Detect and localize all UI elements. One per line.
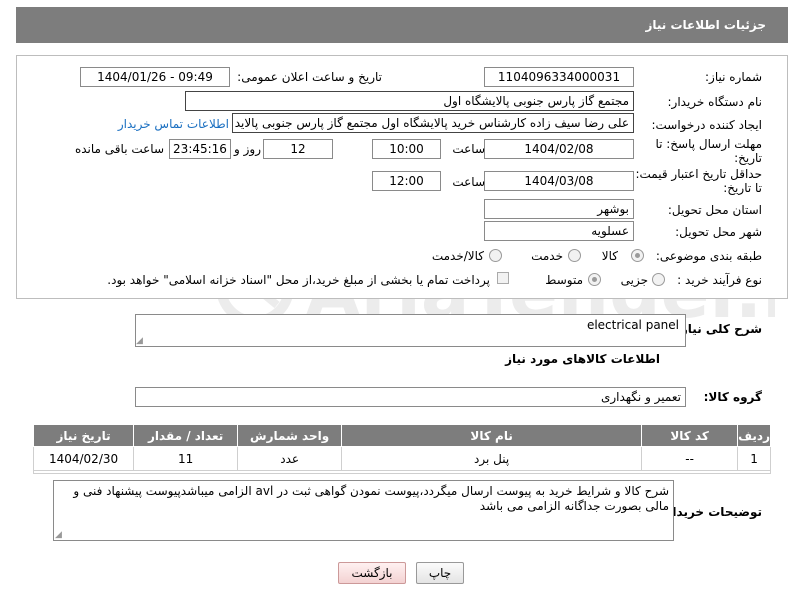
need-number-field: 1104096334000031 [484, 67, 634, 87]
buyer-org-label: نام دستگاه خریدار: [667, 95, 763, 109]
remaining-time-field: 23:45:16 [169, 139, 231, 159]
col-header-unit: واحد شمارش [237, 424, 343, 447]
city-field: عسلویه [484, 221, 634, 241]
category-option-goods: کالا [601, 249, 618, 263]
page-header: جزئیات اطلاعات نیاز [16, 7, 788, 43]
announce-datetime-label: تاریخ و ساعت اعلان عمومی: [237, 70, 382, 84]
back-button[interactable]: بازگشت [338, 562, 406, 584]
page-title: جزئیات اطلاعات نیاز [645, 18, 766, 32]
table-row[interactable]: 1 -- پنل برد عدد 11 1404/02/30 [32, 446, 771, 471]
buyer-notes-field: شرح کالا و شرایط خرید به پیوست ارسال میگ… [53, 480, 674, 541]
category-radio-service[interactable] [568, 249, 581, 262]
category-radio-goods[interactable] [631, 249, 644, 262]
province-field: بوشهر [484, 199, 634, 219]
items-table: ردیف کد کالا نام کالا واحد شمارش تعداد /… [32, 424, 771, 471]
summary-field: electrical panel [135, 314, 686, 347]
resize-grip-icon[interactable]: ◢ [136, 336, 146, 346]
province-label: استان محل تحویل: [667, 203, 762, 217]
city-label: شهر محل تحویل: [675, 225, 762, 239]
price-validity-label: حداقل تاریخ اعتبار قیمت: تا تاریخ: [635, 167, 762, 195]
announce-datetime-field: 1404/01/26 - 09:49 [80, 67, 230, 87]
goods-group-label: گروه کالا: [703, 390, 762, 404]
process-radio-minor[interactable] [652, 273, 665, 286]
remaining-label: ساعت باقی مانده [74, 142, 164, 156]
goods-section-title: اطلاعات کالاهای مورد نیاز [505, 352, 660, 366]
price-validity-time-field: 12:00 [372, 171, 441, 191]
process-type-label: نوع فرآیند خرید : [677, 273, 762, 287]
requester-label: ایجاد کننده درخواست: [651, 118, 762, 132]
items-table-header: ردیف کد کالا نام کالا واحد شمارش تعداد /… [32, 424, 771, 447]
reply-date-field: 1404/02/08 [484, 139, 634, 159]
price-validity-time-label: ساعت [452, 175, 485, 189]
reply-time-field: 10:00 [372, 139, 441, 159]
print-button[interactable]: چاپ [416, 562, 464, 584]
category-option-goods-service: کالا/خدمت [431, 249, 484, 263]
cell-unit: عدد [237, 446, 343, 471]
reply-deadline-label: مهلت ارسال پاسخ: تا تاریخ: [655, 137, 762, 165]
buyer-contact-link[interactable]: اطلاعات تماس خریدار [118, 117, 229, 131]
cell-need-date: 1404/02/30 [32, 446, 135, 471]
cell-name: پنل برد [341, 446, 643, 471]
cell-row-number: 1 [737, 446, 771, 471]
buyer-notes-label: توضیحات خریدار: [660, 505, 762, 519]
summary-label: شرح کلی نیاز: [676, 322, 762, 336]
col-header-name: نام کالا [341, 424, 643, 447]
reply-time-label: ساعت [452, 142, 485, 156]
col-header-quantity: تعداد / مقدار [133, 424, 239, 447]
notes-resize-grip-icon[interactable]: ◢ [55, 530, 65, 540]
price-validity-date-field: 1404/03/08 [484, 171, 634, 191]
need-number-label: شماره نیاز: [705, 70, 762, 84]
category-option-service: خدمت [531, 249, 563, 263]
category-label: طبقه بندی موضوعی: [655, 249, 762, 263]
process-option-minor: جزیی [620, 273, 648, 287]
days-label: روز و [234, 142, 261, 156]
buyer-org-field: مجتمع گاز پارس جنوبی پالایشگاه اول [185, 91, 634, 111]
col-header-need-date: تاریخ نیاز [32, 424, 135, 447]
goods-group-field: تعمیر و نگهداری [135, 387, 686, 407]
cell-quantity: 11 [133, 446, 239, 471]
treasury-payment-note: پرداخت تمام یا بخشی از مبلغ خرید،از محل … [107, 273, 490, 287]
treasury-payment-checkbox[interactable] [497, 272, 509, 284]
col-header-row-number: ردیف [737, 424, 771, 447]
requester-field: علی رضا سیف زاده کارشناس خرید پالایشگاه … [232, 113, 634, 133]
cell-code: -- [641, 446, 739, 471]
category-radio-goods-service[interactable] [489, 249, 502, 262]
days-field: 12 [263, 139, 333, 159]
process-radio-medium[interactable] [588, 273, 601, 286]
process-option-medium: متوسط [545, 273, 583, 287]
col-header-code: کد کالا [641, 424, 739, 447]
